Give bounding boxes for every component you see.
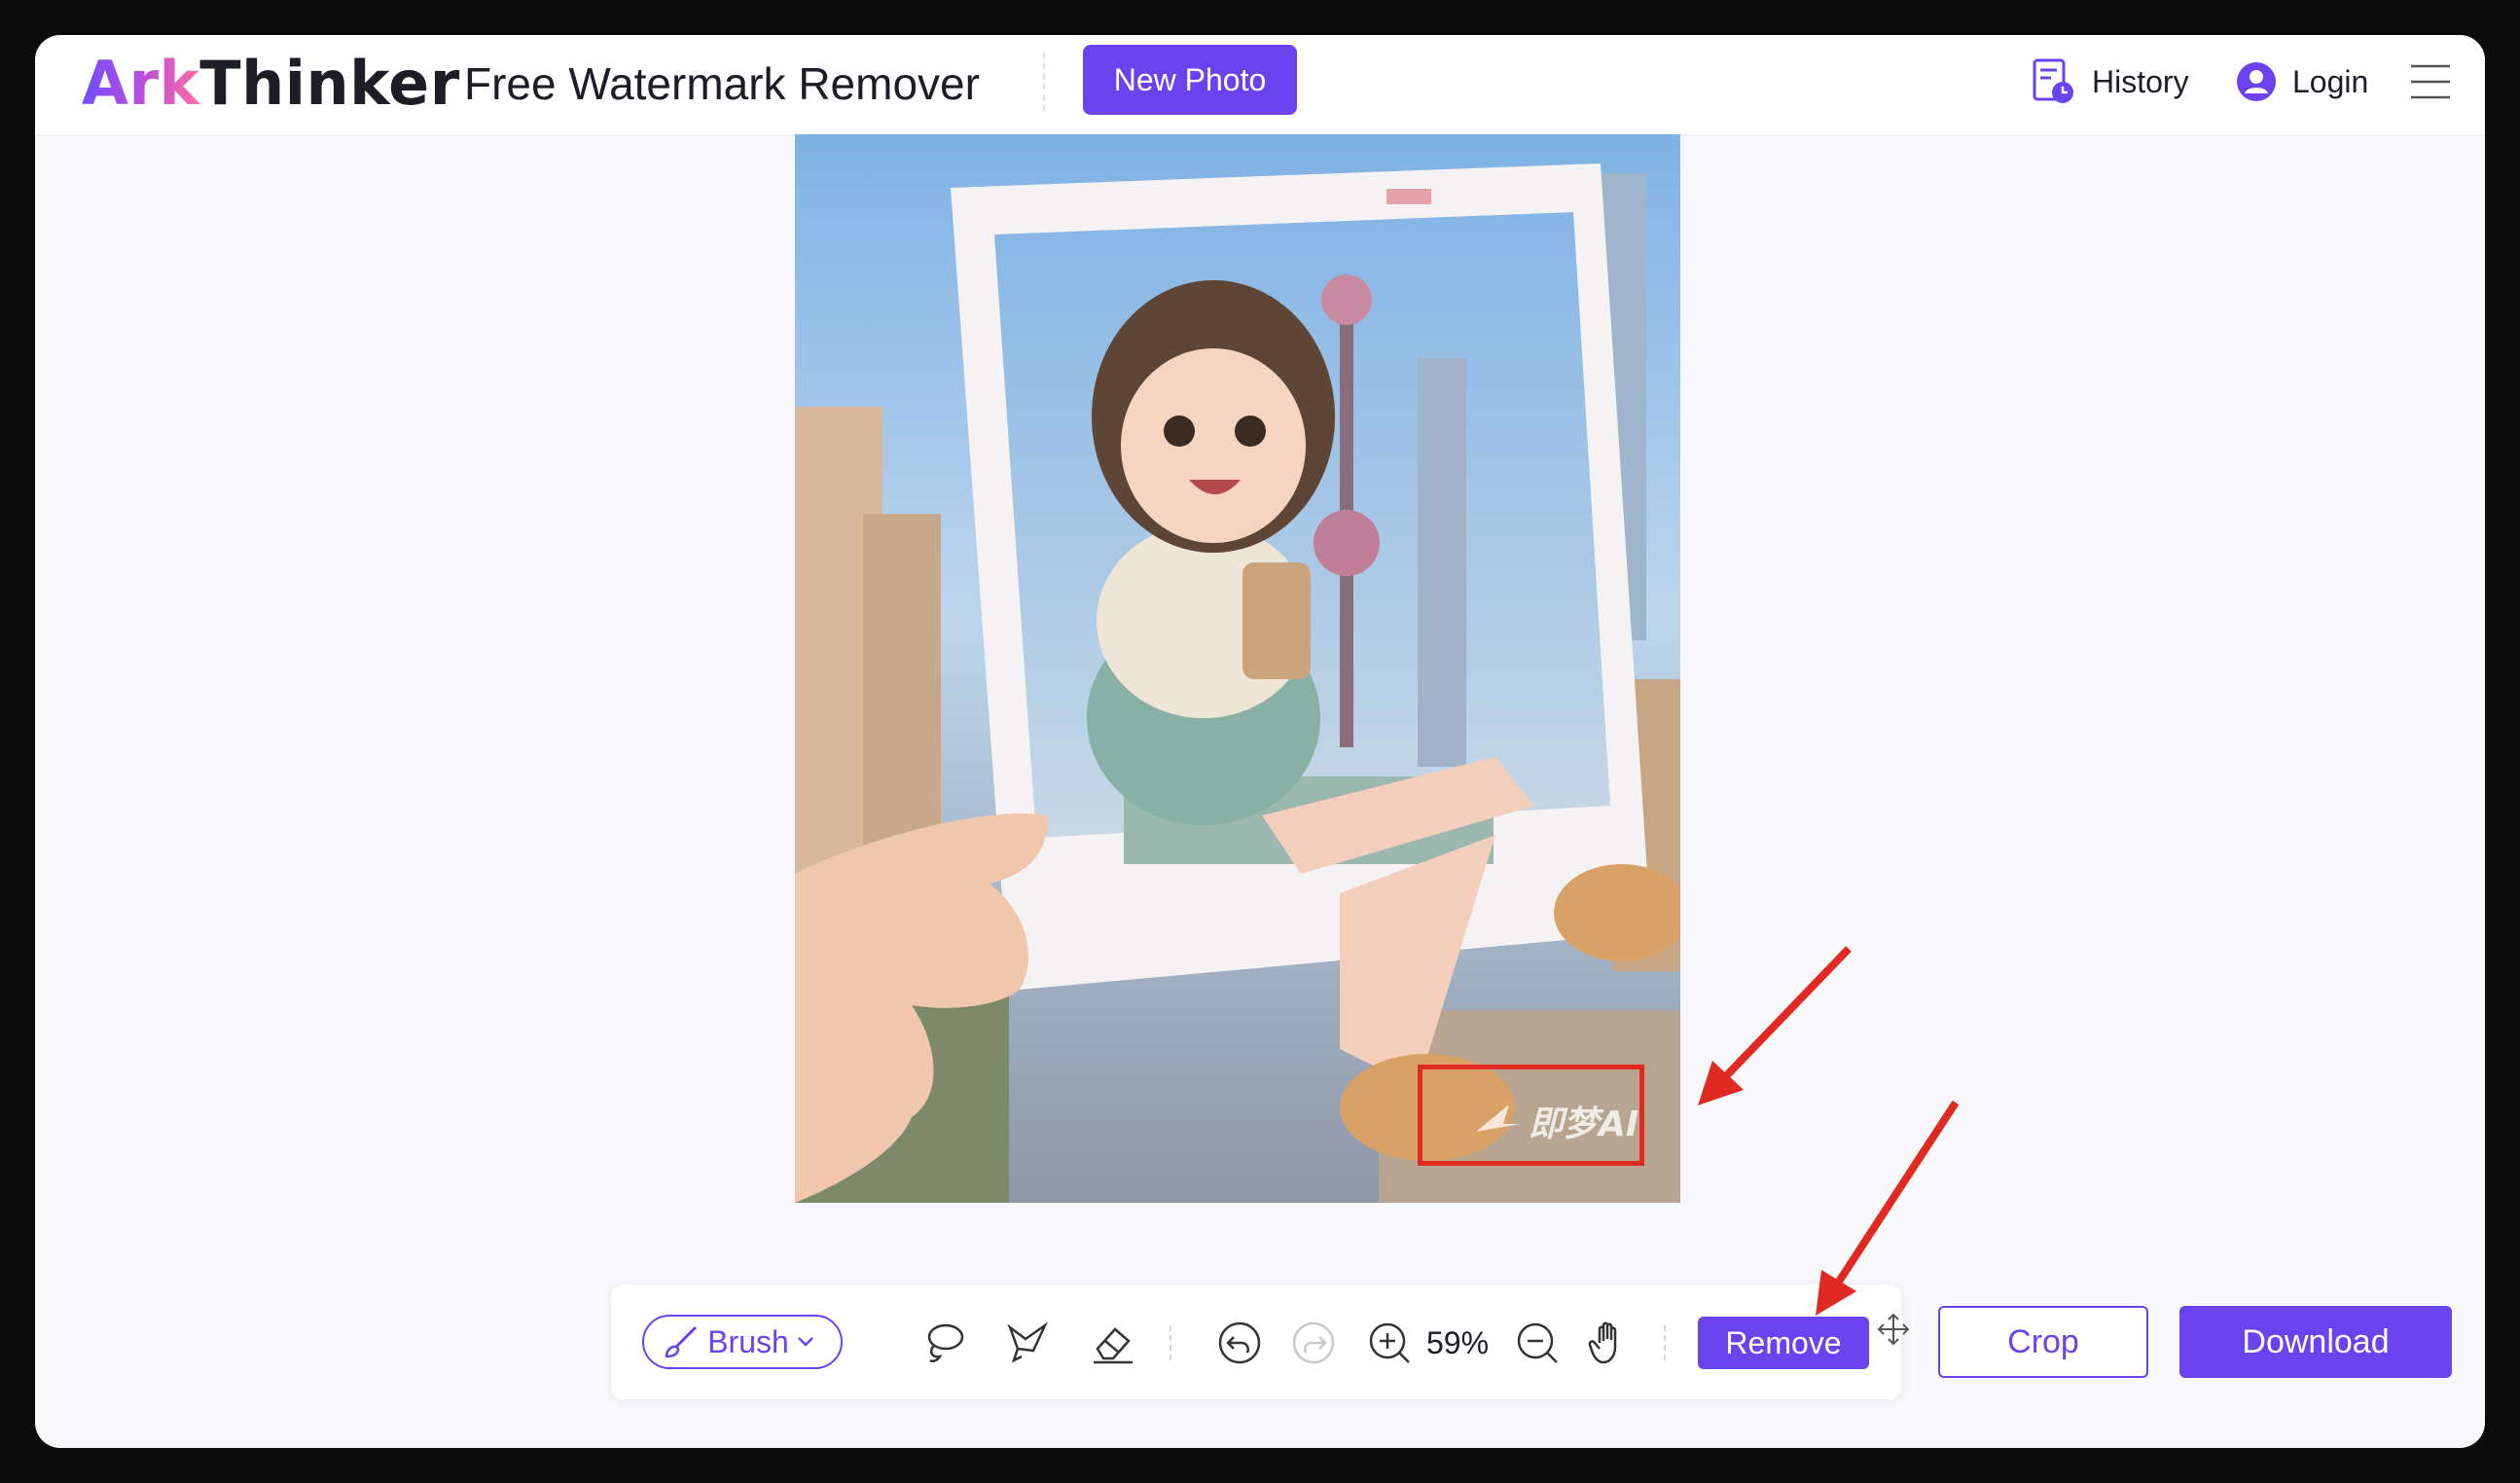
brush-icon [665,1325,698,1358]
uploaded-photo[interactable]: 即梦AI [795,134,1680,1203]
logo-thinker-text: Thinker [199,47,460,119]
watermark-highlight-box [1418,1065,1644,1166]
zoom-in-icon[interactable] [1366,1320,1413,1366]
logo-ark-text: Ark [82,47,200,119]
edit-toolbar: Brush 59% Remove [611,1284,1901,1399]
toolbar-separator [1170,1325,1171,1360]
redo-icon[interactable] [1290,1320,1337,1366]
history-link[interactable]: History [2032,53,2189,111]
login-link[interactable]: Login [2236,53,2368,111]
header-divider [1043,53,1045,111]
page-title: Free Watermark Remover [464,58,980,109]
toolbar-separator [1664,1325,1666,1360]
eraser-icon[interactable] [1090,1320,1136,1366]
crop-button[interactable]: Crop [1938,1306,2148,1378]
user-icon [2237,62,2276,101]
lasso-icon[interactable] [920,1320,967,1366]
hamburger-menu-icon[interactable] [2409,62,2452,101]
download-button[interactable]: Download [2179,1306,2452,1378]
history-icon [2033,58,2073,103]
zoom-level: 59% [1425,1325,1490,1360]
brush-dropdown[interactable]: Brush [642,1315,843,1369]
app-window: Ark Thinker Free Watermark Remover New Ph… [35,35,2485,1448]
arkthinker-logo[interactable]: Ark Thinker [82,47,460,119]
hand-pan-icon[interactable] [1586,1320,1633,1366]
top-header: Ark Thinker Free Watermark Remover New Ph… [35,35,2485,136]
zoom-out-icon[interactable] [1514,1320,1561,1366]
polygon-lasso-icon[interactable] [1004,1320,1051,1366]
remove-button[interactable]: Remove [1698,1317,1869,1369]
login-label: Login [2292,63,2369,99]
new-photo-button[interactable]: New Photo [1083,45,1297,115]
history-label: History [2092,63,2189,99]
chevron-down-icon [797,1337,813,1347]
undo-icon[interactable] [1216,1320,1263,1366]
move-icon[interactable] [1876,1312,1911,1347]
brush-label: Brush [707,1323,789,1359]
